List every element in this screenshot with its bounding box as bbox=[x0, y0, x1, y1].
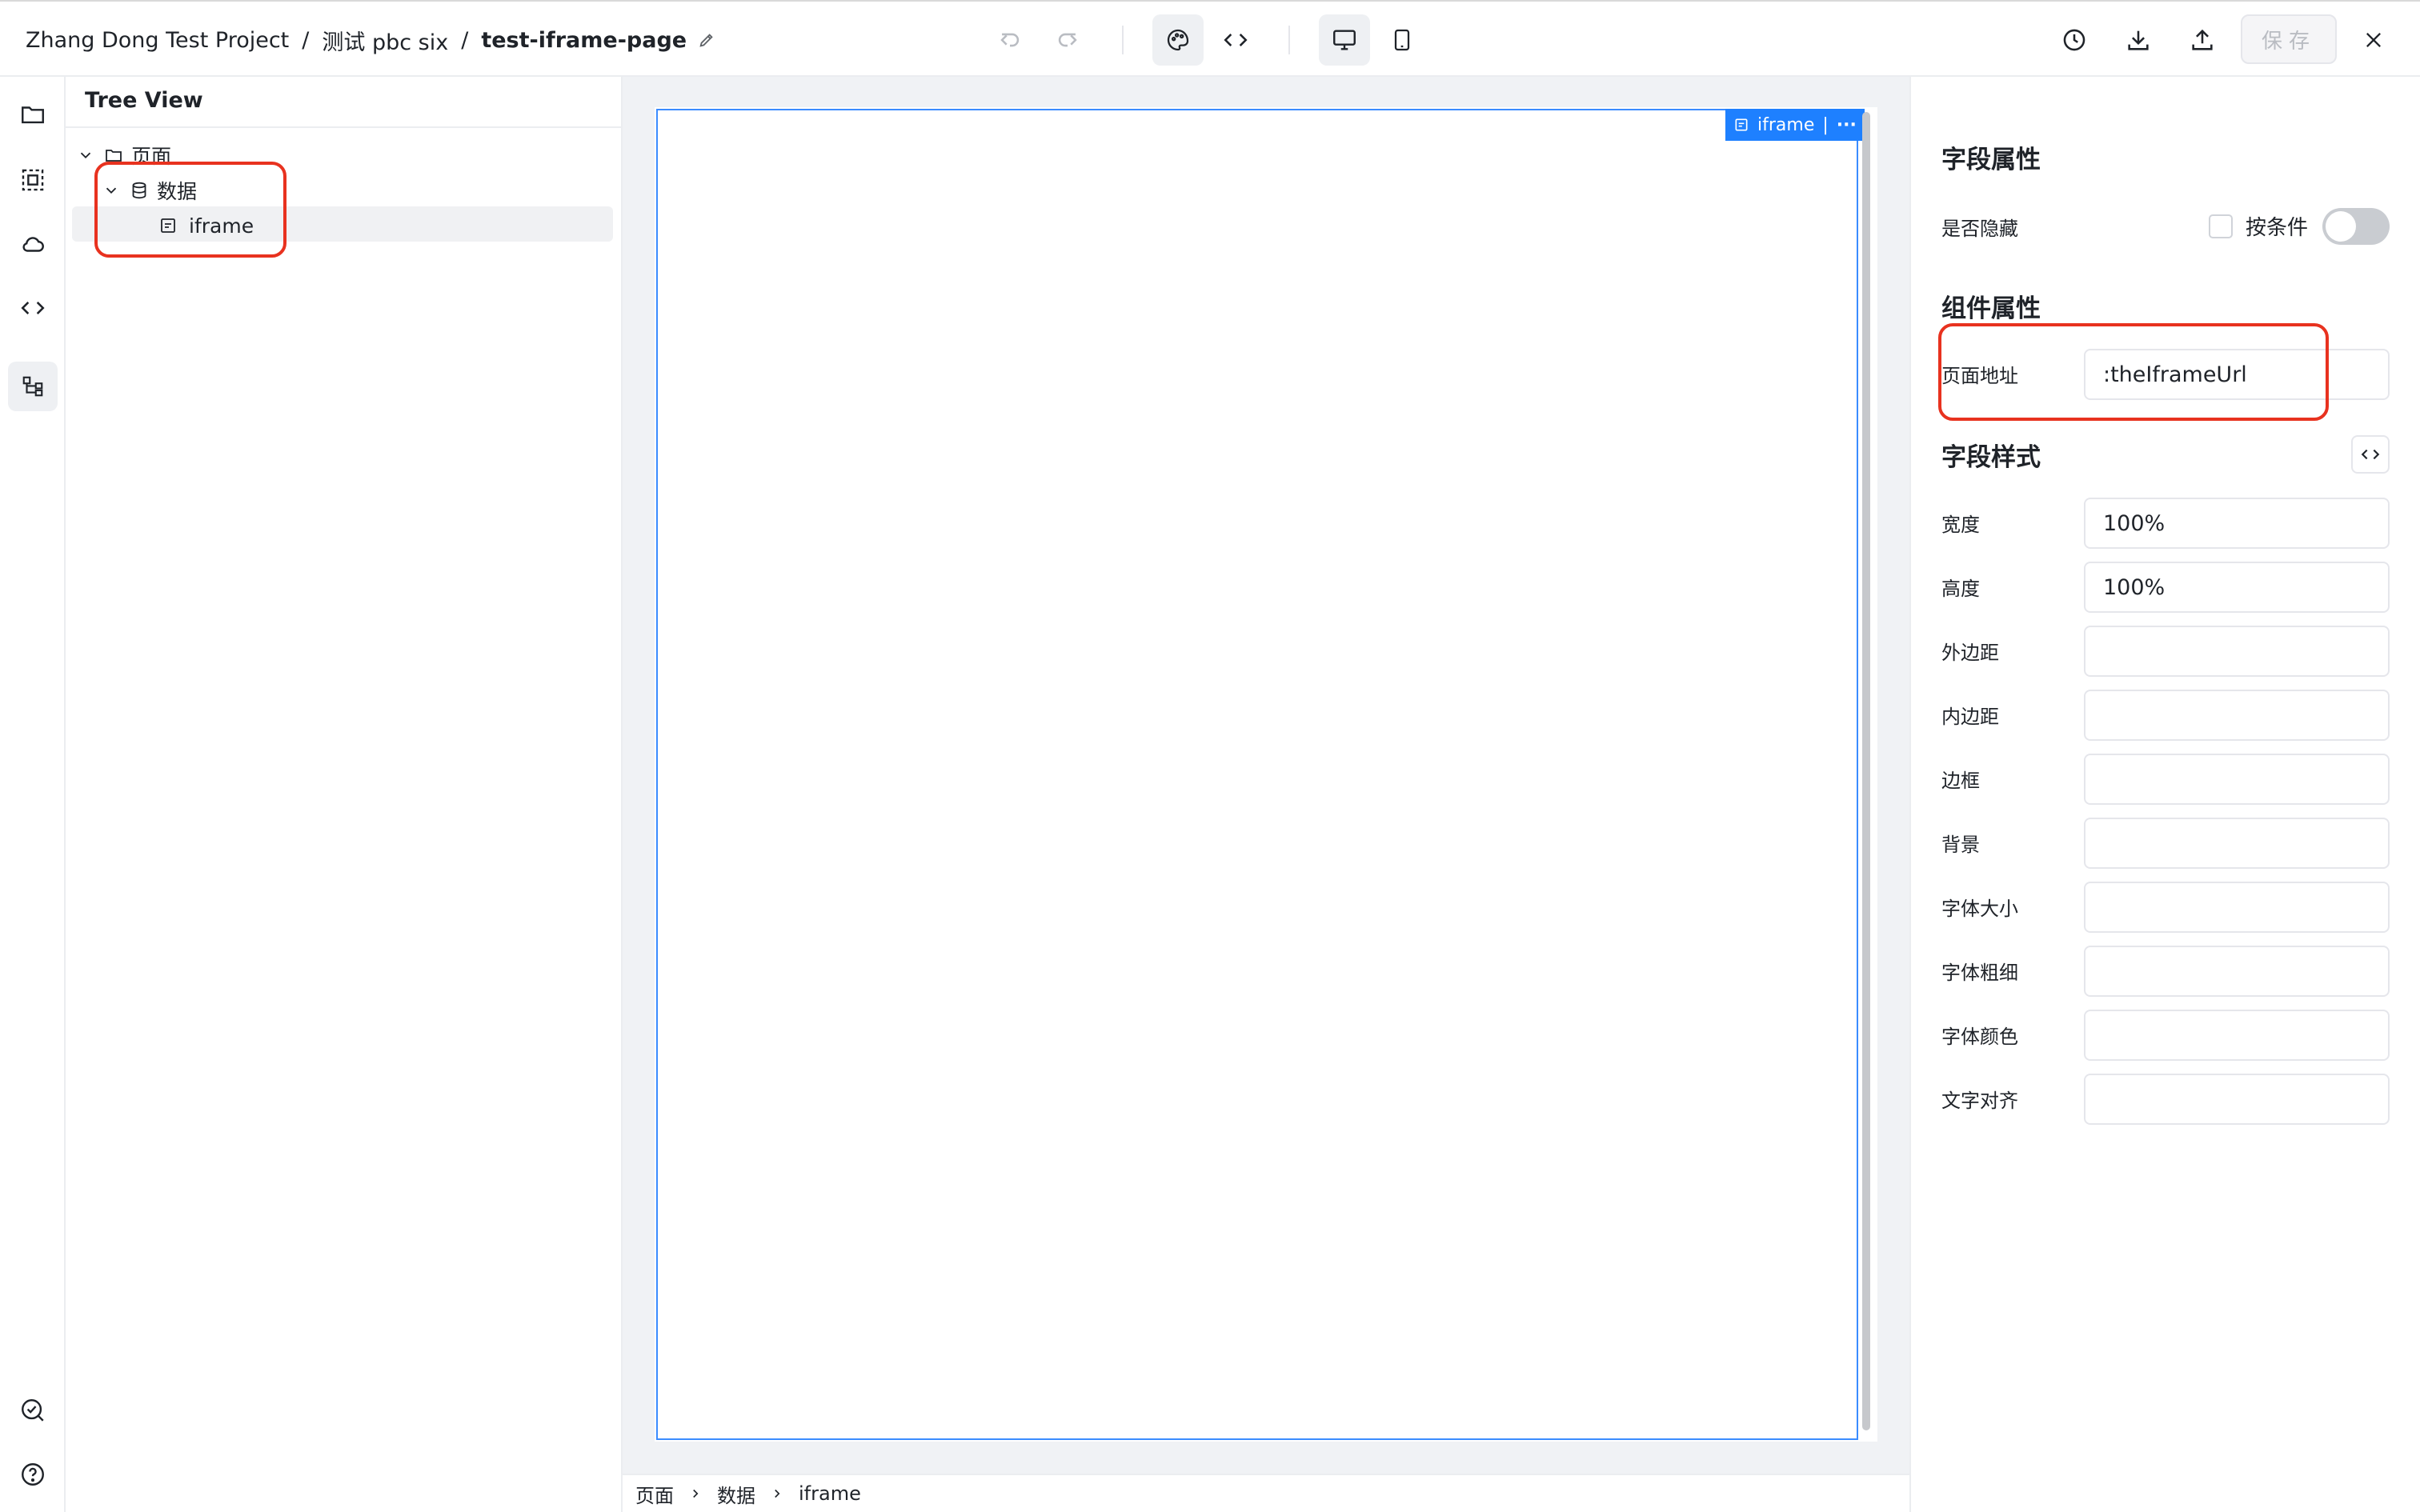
canvas-scrollbar[interactable] bbox=[1862, 112, 1870, 1430]
tablet-icon bbox=[1389, 27, 1415, 53]
selection-icon bbox=[19, 166, 46, 194]
download-icon bbox=[2125, 26, 2152, 54]
rail-check-button[interactable] bbox=[8, 1386, 58, 1435]
design-canvas: iframe | ··· bbox=[623, 77, 1909, 1474]
theme-button[interactable] bbox=[1152, 14, 1204, 66]
style-input-font-weight[interactable] bbox=[2084, 946, 2390, 997]
style-label-font-size: 字体大小 bbox=[1941, 898, 2018, 920]
component-more-button[interactable]: ··· bbox=[1837, 115, 1857, 135]
help-icon bbox=[19, 1461, 46, 1488]
tree-view-title: Tree View bbox=[85, 88, 203, 113]
code-icon bbox=[19, 294, 46, 322]
tree-structure-icon bbox=[21, 374, 45, 398]
folder-icon bbox=[19, 101, 46, 128]
toolbar-divider bbox=[1288, 26, 1290, 54]
top-header: Zhang Dong Test Project / 测试 pbc six / t… bbox=[0, 0, 2420, 77]
close-button[interactable] bbox=[2348, 14, 2399, 66]
code-view-button[interactable] bbox=[1210, 14, 1261, 66]
style-input-background[interactable] bbox=[2084, 818, 2390, 869]
property-panel: 字段属性 是否隐藏 按条件 组件属性 页面地址 :theIframeUrl 字段… bbox=[1909, 77, 2420, 1512]
component-tag-divider: | bbox=[1822, 114, 1829, 135]
hidden-label: 是否隐藏 bbox=[1941, 218, 2018, 240]
rail-help-button[interactable] bbox=[8, 1450, 58, 1499]
palette-icon bbox=[1165, 27, 1191, 53]
chevron-right-icon bbox=[688, 1486, 703, 1501]
breadcrumb-app[interactable]: 测试 pbc six bbox=[322, 25, 448, 56]
status-crumb-item[interactable]: 页面 bbox=[635, 1480, 674, 1508]
cloud-icon bbox=[19, 230, 46, 258]
component-props-title: 组件属性 bbox=[1941, 294, 2041, 323]
edit-pencil-icon[interactable] bbox=[698, 31, 715, 49]
breadcrumb-project[interactable]: Zhang Dong Test Project bbox=[26, 28, 289, 53]
selected-component-tag[interactable]: iframe | ··· bbox=[1725, 109, 1865, 141]
style-input-width[interactable]: 100% bbox=[2084, 498, 2390, 549]
style-input-margin[interactable] bbox=[2084, 626, 2390, 677]
code-icon bbox=[2360, 444, 2381, 465]
breadcrumb-separator: / bbox=[461, 27, 469, 53]
status-crumb-item[interactable]: iframe bbox=[799, 1482, 861, 1505]
redo-button[interactable] bbox=[1042, 14, 1093, 66]
check-search-icon bbox=[19, 1397, 46, 1424]
by-condition-label: 按条件 bbox=[2246, 216, 2309, 240]
style-label-padding: 内边距 bbox=[1941, 706, 1999, 728]
status-breadcrumb: 页面 数据 iframe bbox=[623, 1474, 1909, 1512]
annotation-highlight-tree bbox=[94, 162, 286, 258]
hidden-toggle[interactable] bbox=[2322, 208, 2390, 245]
breadcrumb: Zhang Dong Test Project / 测试 pbc six / t… bbox=[26, 24, 715, 56]
toggle-knob bbox=[2326, 211, 2356, 242]
style-input-border[interactable] bbox=[2084, 754, 2390, 805]
rail-tree-button[interactable] bbox=[8, 362, 58, 411]
field-props-title: 字段属性 bbox=[1941, 146, 2041, 174]
style-label-background: 背景 bbox=[1941, 834, 1980, 856]
rail-components-button[interactable] bbox=[8, 155, 58, 205]
history-icon bbox=[2061, 26, 2088, 54]
chevron-right-icon bbox=[770, 1486, 784, 1501]
desktop-view-button[interactable] bbox=[1319, 14, 1370, 66]
history-button[interactable] bbox=[2049, 14, 2100, 66]
style-label-text-align: 文字对齐 bbox=[1941, 1090, 2018, 1112]
style-input-height[interactable]: 100% bbox=[2084, 562, 2390, 613]
form-icon bbox=[1733, 117, 1749, 133]
by-condition-checkbox[interactable] bbox=[2209, 214, 2233, 238]
left-rail bbox=[0, 77, 66, 1512]
style-label-font-weight: 字体粗细 bbox=[1941, 962, 2018, 984]
save-button[interactable]: 保存 bbox=[2241, 14, 2337, 64]
desktop-icon bbox=[1331, 26, 1358, 54]
iframe-component[interactable] bbox=[656, 109, 1858, 1440]
download-button[interactable] bbox=[2113, 14, 2164, 66]
style-input-text-align[interactable] bbox=[2084, 1074, 2390, 1125]
rail-cloud-button[interactable] bbox=[8, 219, 58, 269]
code-icon bbox=[1222, 26, 1249, 54]
style-input-padding[interactable] bbox=[2084, 690, 2390, 741]
tree-panel: Tree View 页面 数据 iframe bbox=[66, 77, 623, 1512]
undo-button[interactable] bbox=[984, 14, 1036, 66]
style-label-border: 边框 bbox=[1941, 770, 1980, 792]
breadcrumb-separator: / bbox=[302, 27, 310, 53]
style-label-margin: 外边距 bbox=[1941, 642, 1999, 664]
field-style-title: 字段样式 bbox=[1941, 443, 2041, 472]
style-input-font-color[interactable] bbox=[2084, 1010, 2390, 1061]
tree-divider bbox=[66, 126, 623, 128]
style-input-font-size[interactable] bbox=[2084, 882, 2390, 933]
redo-icon bbox=[1054, 26, 1081, 54]
status-crumb-item[interactable]: 数据 bbox=[717, 1480, 755, 1508]
toolbar-divider bbox=[1122, 26, 1124, 54]
upload-icon bbox=[2189, 26, 2216, 54]
upload-button[interactable] bbox=[2177, 14, 2228, 66]
style-label-width: 宽度 bbox=[1941, 514, 1980, 536]
chevron-down-icon[interactable] bbox=[77, 146, 94, 164]
component-tag-label: iframe bbox=[1757, 114, 1815, 135]
style-label-height: 高度 bbox=[1941, 578, 1980, 600]
rail-files-button[interactable] bbox=[8, 90, 58, 139]
undo-icon bbox=[996, 26, 1024, 54]
annotation-highlight-url bbox=[1938, 323, 2329, 421]
rail-code-button[interactable] bbox=[8, 283, 58, 333]
style-code-button[interactable] bbox=[2351, 435, 2390, 474]
style-label-font-color: 字体颜色 bbox=[1941, 1026, 2018, 1048]
breadcrumb-current-page: test-iframe-page bbox=[481, 27, 687, 53]
tablet-view-button[interactable] bbox=[1376, 14, 1428, 66]
close-icon bbox=[2362, 29, 2385, 51]
